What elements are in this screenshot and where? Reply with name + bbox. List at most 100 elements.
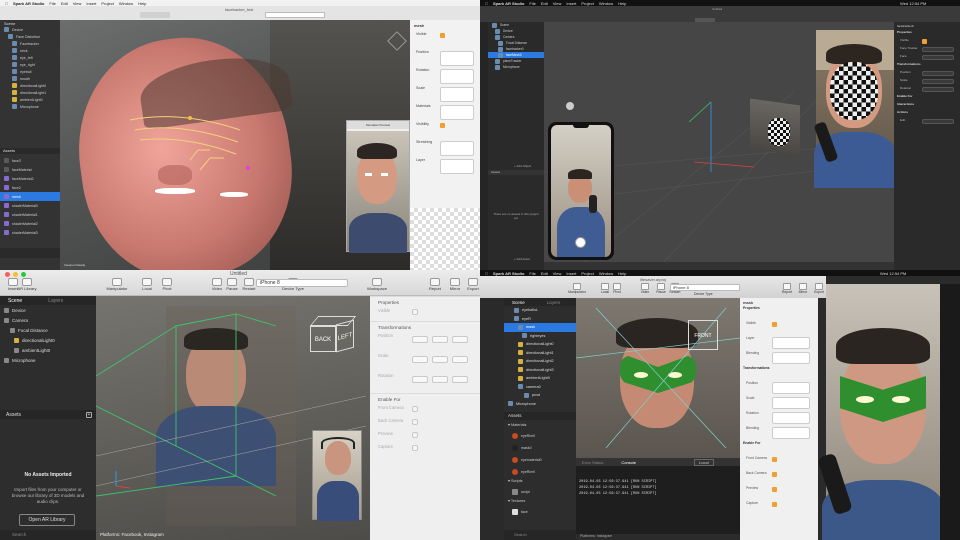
checkbox[interactable]	[922, 39, 927, 44]
toolbar-workspace[interactable]: Workspace	[366, 278, 388, 291]
q4-tree-item-3[interactable]: righteyes	[504, 332, 576, 341]
menu-help[interactable]: Help	[618, 271, 626, 276]
checkbox[interactable]	[772, 472, 777, 477]
q1-tree-item-11[interactable]: ambientLight0	[0, 96, 60, 103]
search-input[interactable]: Search	[0, 530, 96, 540]
asset-item[interactable]: eyeRim0	[504, 466, 576, 478]
menu-insert[interactable]: Insert	[566, 271, 576, 276]
q1-asset-item-2[interactable]: faceMaterial2	[0, 174, 60, 183]
q1-tree-item-7[interactable]: eyeball	[0, 68, 60, 75]
q4-tree-item-7[interactable]: directionalLight3	[504, 366, 576, 375]
value-field[interactable]	[440, 141, 474, 156]
value-field[interactable]	[772, 352, 810, 364]
q1-tree-item-3[interactable]: Facetracker	[0, 40, 60, 47]
checkbox[interactable]	[772, 457, 777, 462]
asset-item[interactable]: face	[504, 506, 576, 518]
inspector-field-row[interactable]: Capture	[370, 444, 480, 457]
checkbox[interactable]	[440, 33, 445, 38]
value-field[interactable]	[922, 87, 954, 92]
tab-console[interactable]: Console	[621, 460, 636, 465]
value-field[interactable]	[922, 79, 954, 84]
tab-error-status[interactable]: Error Status	[582, 460, 603, 465]
q1-tree-item-10[interactable]: directionalLight1	[0, 89, 60, 96]
q1-viewport[interactable]: Simulator Preview Viewport Ready	[60, 20, 410, 270]
tab-layers[interactable]: Layers	[48, 298, 63, 304]
asset-group-textures[interactable]: ▾ Textures	[504, 498, 576, 506]
asset-group-materials[interactable]: ▾ Materials	[504, 422, 576, 430]
q3-tree-item-2[interactable]: Focal Distance	[0, 325, 96, 335]
inspector-row-1[interactable]: Position	[410, 50, 480, 68]
q1-asset-item-4[interactable]: mesh	[0, 192, 60, 201]
inspector-field-row[interactable]: Scale	[370, 353, 480, 373]
light-icon[interactable]	[566, 102, 574, 110]
phone-preview[interactable]	[548, 122, 614, 260]
tab-scene[interactable]: Scene	[8, 298, 22, 304]
value-field[interactable]	[412, 336, 428, 343]
q4-viewport[interactable]: FRONT	[576, 298, 740, 458]
q4-tree-item-8[interactable]: ambientLight0	[504, 374, 576, 383]
inspector-row-11[interactable]: Back Camera	[740, 471, 818, 486]
value-field[interactable]	[440, 87, 474, 102]
q3-tree-item-0[interactable]: Device	[0, 305, 96, 315]
simulator-preview[interactable]	[312, 430, 362, 521]
q3-tree-item-1[interactable]: Camera	[0, 315, 96, 325]
apple-icon[interactable]: 	[5, 1, 8, 6]
asset-item[interactable]: mask0	[504, 442, 576, 454]
q1-tree-item-12[interactable]: Microphone	[0, 103, 60, 110]
checkbox[interactable]	[412, 419, 418, 425]
q1-tree-item-1[interactable]: Device	[0, 26, 60, 33]
q4-tree-item-1[interactable]: eyeR	[504, 315, 576, 324]
inspector-section-header[interactable]: Properties	[370, 296, 480, 308]
q4-tree-item-4[interactable]: directionalLight0	[504, 340, 576, 349]
menu-help[interactable]: Help	[138, 1, 146, 6]
q3-tree-item-4[interactable]: ambientLight0	[0, 345, 96, 355]
q4-tree-item-5[interactable]: directionalLight1	[504, 349, 576, 358]
add-asset-icon[interactable]: +	[86, 412, 92, 418]
inspector-field-row[interactable]: Rotation	[370, 373, 480, 393]
value-field[interactable]	[772, 412, 810, 424]
inspector-row-2[interactable]: Layer	[740, 336, 818, 351]
checkbox[interactable]	[412, 432, 418, 438]
checkbox[interactable]	[440, 123, 445, 128]
q1-tree-item-9[interactable]: directionalLight0	[0, 82, 60, 89]
device-select[interactable]: iPhone 8	[670, 284, 740, 291]
q1-asset-item-6[interactable]: shaderMaterial1	[0, 210, 60, 219]
q1-asset-item-7[interactable]: shaderMaterial2	[0, 219, 60, 228]
menu-edit[interactable]: Edit	[61, 1, 68, 6]
inspector-row-4[interactable]: Materials	[410, 104, 480, 122]
inspector-row-0[interactable]: Visible	[410, 32, 480, 50]
q3-tree-item-5[interactable]: Microphone	[0, 355, 96, 365]
inspector-row-10[interactable]: Front Camera	[740, 456, 818, 471]
value-field[interactable]	[452, 356, 468, 363]
menu-view[interactable]: View	[553, 1, 562, 6]
inspector-row-11[interactable]: Edit	[894, 118, 960, 126]
toolbar-manipulator[interactable]: Manipulator	[106, 278, 128, 291]
apple-icon[interactable]: 	[485, 1, 488, 6]
inspector-row-8[interactable]: Blending	[740, 426, 818, 441]
value-field[interactable]	[412, 356, 428, 363]
inspector-row-5[interactable]: Visibility	[410, 122, 480, 140]
value-field[interactable]	[772, 382, 810, 394]
toolbar-local[interactable]: Local	[136, 278, 158, 291]
q4-tree-item-10[interactable]: pivot	[504, 391, 576, 400]
menu-file[interactable]: File	[49, 1, 55, 6]
cube-back-face[interactable]: BACK	[310, 326, 336, 352]
inspector-row-7[interactable]: Rotation	[740, 411, 818, 426]
value-field[interactable]	[440, 159, 474, 174]
menu-help[interactable]: Help	[618, 1, 626, 6]
local-select[interactable]: Local	[694, 458, 714, 466]
q1-asset-item-5[interactable]: shaderMaterial0	[0, 201, 60, 210]
inspector-row-6[interactable]: Scale	[894, 78, 960, 86]
menu-window[interactable]: Window	[119, 1, 133, 6]
inspector-row-3[interactable]: Scale	[410, 86, 480, 104]
inspector-row-5[interactable]: Position	[740, 381, 818, 396]
inspector-row-7[interactable]: Layer	[410, 158, 480, 176]
asset-item[interactable]: eyeRim0	[504, 430, 576, 442]
asset-group-scripts[interactable]: ▾ Scripts	[504, 478, 576, 486]
open-ar-library-button[interactable]: Open AR Library	[19, 514, 75, 526]
q3-viewport[interactable]: BACK LEFT Platforms: Facebook, Instagram	[96, 296, 370, 540]
device-select[interactable]	[265, 12, 325, 18]
inspector-row-12[interactable]: Preview	[740, 486, 818, 501]
q1-tree-item-4[interactable]: neck	[0, 47, 60, 54]
inspector-row-3[interactable]: Face	[894, 54, 960, 62]
